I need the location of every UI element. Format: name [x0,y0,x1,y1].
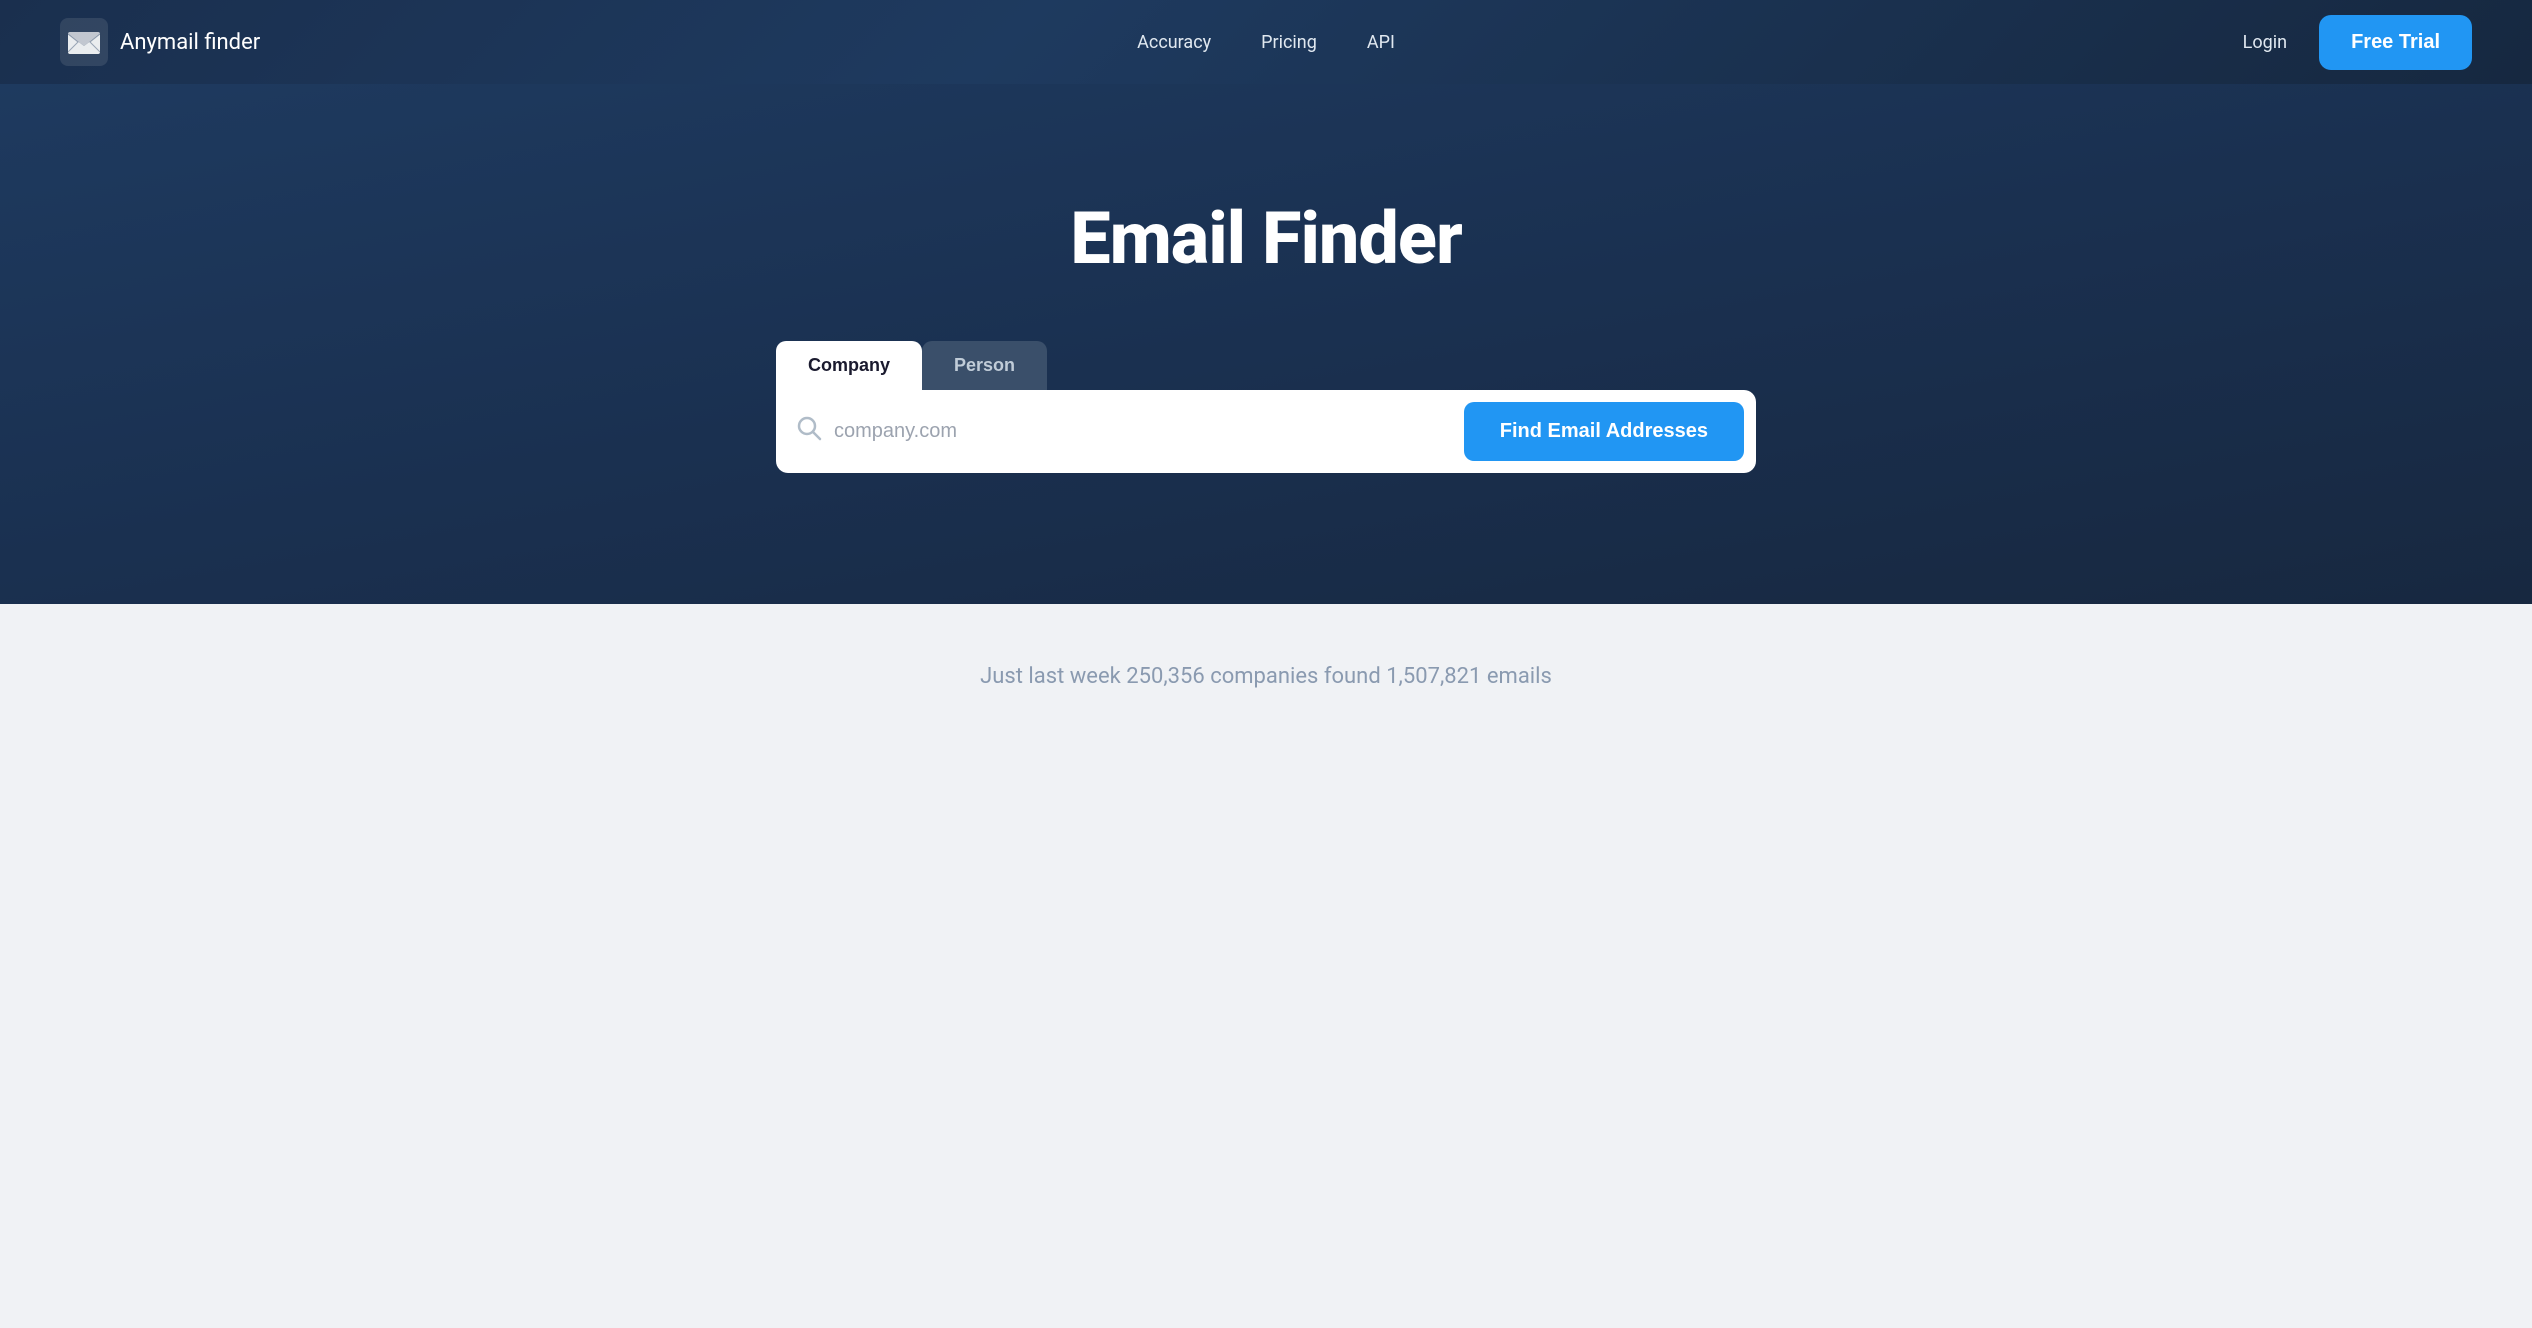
search-input[interactable] [834,412,1452,451]
nav-accuracy[interactable]: Accuracy [1137,32,1211,53]
search-icon [796,415,822,447]
search-tabs: Company Person [776,341,1756,390]
search-container: Company Person Find Email Addresses [776,341,1756,473]
header: Anymail finder Accuracy Pricing API Logi… [0,0,2532,84]
logo-icon [60,18,108,66]
stats-section: Just last week 250,356 companies found 1… [0,604,2532,749]
tab-company[interactable]: Company [776,341,922,390]
header-right: Login Free Trial [2243,15,2472,70]
stats-text: Just last week 250,356 companies found 1… [980,664,1552,689]
login-link[interactable]: Login [2243,32,2287,53]
nav-pricing[interactable]: Pricing [1261,32,1317,53]
free-trial-button[interactable]: Free Trial [2319,15,2472,70]
tab-person[interactable]: Person [922,341,1047,390]
hero-title: Email Finder [1070,196,1462,281]
find-email-button[interactable]: Find Email Addresses [1464,402,1744,461]
main-nav: Accuracy Pricing API [1137,32,1395,53]
hero-section: Email Finder Company Person Find Email A… [0,84,2532,604]
search-box: Find Email Addresses [776,390,1756,473]
logo-text: Anymail finder [120,30,260,55]
nav-api[interactable]: API [1367,32,1395,53]
logo[interactable]: Anymail finder [60,18,260,66]
